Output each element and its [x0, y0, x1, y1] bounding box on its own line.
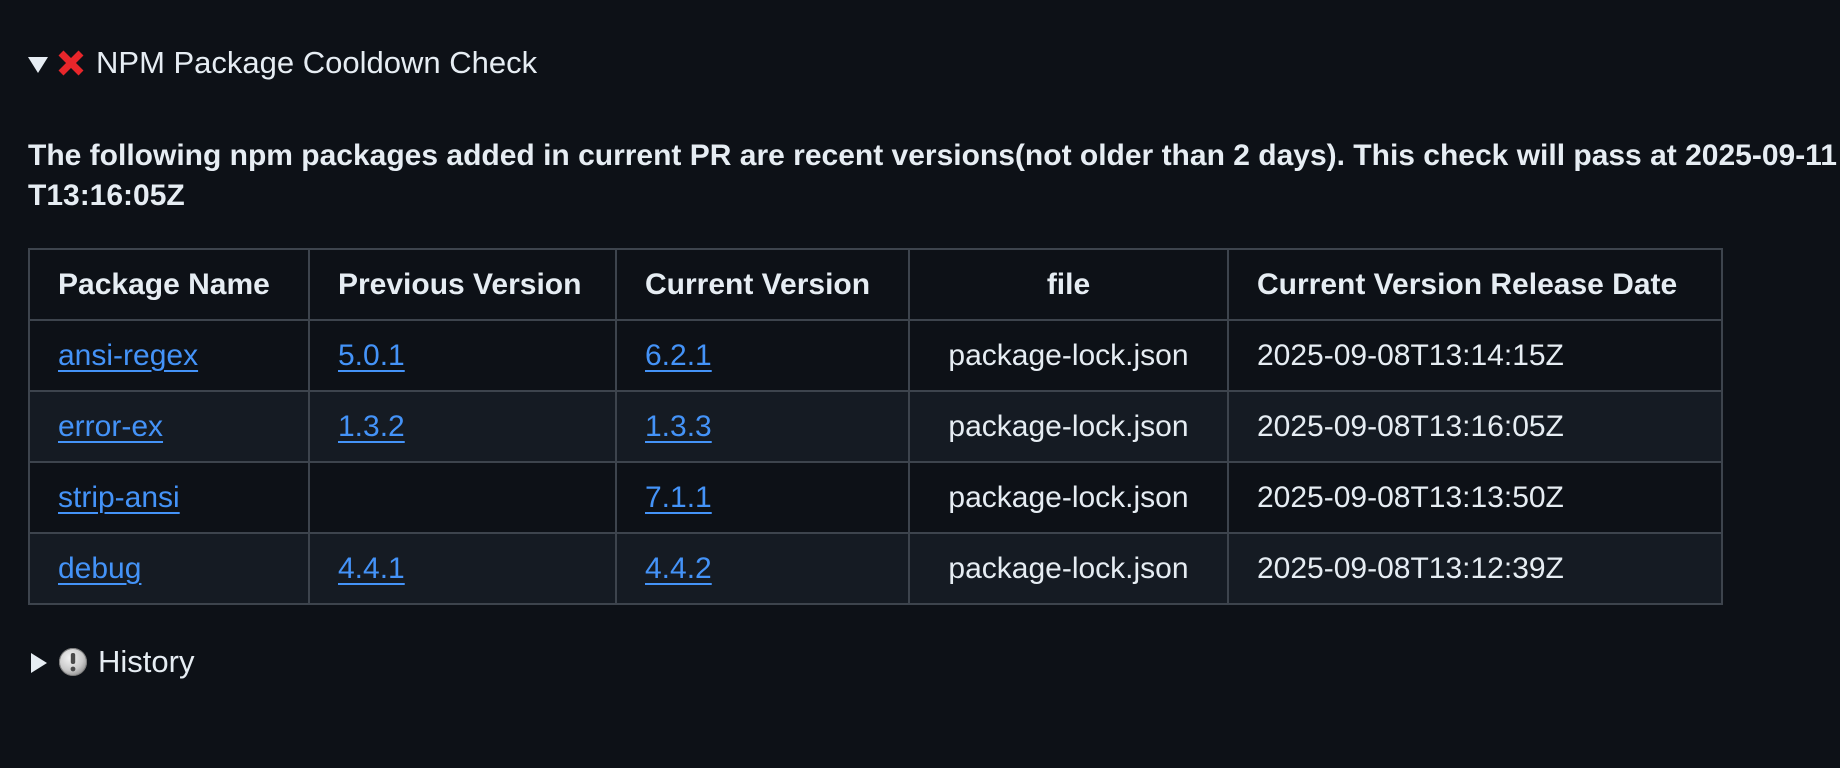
header-package-name: Package Name [28, 248, 310, 321]
package-link[interactable]: debug [58, 552, 141, 585]
previous-version-cell: 4.4.1 [308, 532, 617, 605]
current-version-cell: 4.4.2 [615, 532, 910, 605]
file-cell: package-lock.json [908, 532, 1229, 605]
package-link[interactable]: ansi-regex [58, 339, 198, 372]
current-version-cell: 7.1.1 [615, 461, 910, 534]
table-header-row: Package Name Previous Version Current Ve… [28, 248, 1723, 321]
release-date-cell: 2025-09-08T13:13:50Z [1227, 461, 1723, 534]
check-report: NPM Package Cooldown Check The following… [28, 40, 1840, 685]
package-link[interactable]: strip-ansi [58, 481, 180, 514]
cooldown-check-summary[interactable]: NPM Package Cooldown Check [28, 40, 1840, 86]
header-file: file [908, 248, 1229, 321]
release-date-cell: 2025-09-08T13:12:39Z [1227, 532, 1723, 605]
history-summary[interactable]: History [28, 639, 1840, 685]
current-version-cell: 6.2.1 [615, 319, 910, 392]
file-cell: package-lock.json [908, 461, 1229, 534]
red-x-icon [54, 46, 88, 80]
header-previous-version: Previous Version [308, 248, 617, 321]
disclosure-triangle-down-icon[interactable] [28, 53, 48, 73]
current-version-link[interactable]: 6.2.1 [645, 339, 712, 372]
previous-version-cell: 1.3.2 [308, 390, 617, 463]
history-title: History [98, 644, 195, 679]
file-cell: package-lock.json [908, 319, 1229, 392]
current-version-link[interactable]: 4.4.2 [645, 552, 712, 585]
table-row: debug 4.4.1 4.4.2 package-lock.json 2025… [28, 532, 1723, 605]
package-name-cell: ansi-regex [28, 319, 310, 392]
previous-version-cell: 5.0.1 [308, 319, 617, 392]
previous-version-link[interactable]: 5.0.1 [338, 339, 405, 372]
previous-version-cell [308, 461, 617, 534]
disclosure-triangle-right-icon[interactable] [28, 652, 48, 673]
table-row: error-ex 1.3.2 1.3.3 package-lock.json 2… [28, 390, 1723, 463]
current-version-link[interactable]: 1.3.3 [645, 410, 712, 443]
table-row: ansi-regex 5.0.1 6.2.1 package-lock.json… [28, 319, 1723, 392]
file-cell: package-lock.json [908, 390, 1229, 463]
cooldown-check-title: NPM Package Cooldown Check [96, 45, 538, 80]
packages-table: Package Name Previous Version Current Ve… [28, 248, 1723, 605]
cooldown-check-message: The following npm packages added in curr… [28, 139, 1837, 212]
previous-version-link[interactable]: 4.4.1 [338, 552, 405, 585]
release-date-cell: 2025-09-08T13:16:05Z [1227, 390, 1723, 463]
package-name-cell: debug [28, 532, 310, 605]
previous-version-link[interactable]: 1.3.2 [338, 410, 405, 443]
header-current-version: Current Version [615, 248, 910, 321]
current-version-link[interactable]: 7.1.1 [645, 481, 712, 514]
info-circle-icon [58, 647, 88, 677]
package-link[interactable]: error-ex [58, 410, 163, 443]
release-date-cell: 2025-09-08T13:14:15Z [1227, 319, 1723, 392]
header-release-date: Current Version Release Date [1227, 248, 1723, 321]
table-row: strip-ansi 7.1.1 package-lock.json 2025-… [28, 461, 1723, 534]
package-name-cell: strip-ansi [28, 461, 310, 534]
package-name-cell: error-ex [28, 390, 310, 463]
current-version-cell: 1.3.3 [615, 390, 910, 463]
